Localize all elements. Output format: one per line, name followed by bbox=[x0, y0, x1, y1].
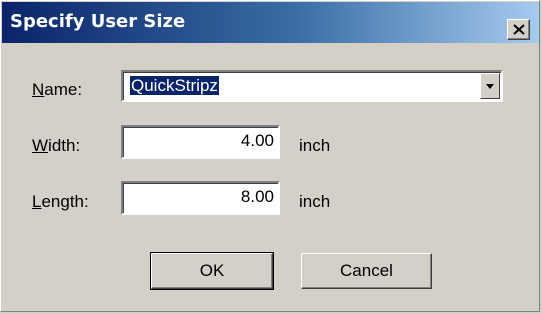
window-title: Specify User Size bbox=[10, 11, 186, 32]
length-label: Length: bbox=[32, 192, 89, 212]
width-field-frame bbox=[121, 125, 280, 159]
chevron-down-icon bbox=[486, 84, 494, 89]
width-label-mnemonic: W bbox=[32, 136, 49, 155]
name-label: Name: bbox=[32, 80, 82, 100]
length-field-frame bbox=[121, 181, 280, 215]
name-label-rest: ame: bbox=[44, 80, 83, 99]
width-unit-label: inch bbox=[299, 136, 331, 155]
length-label-rest: ength: bbox=[41, 192, 89, 211]
ok-button[interactable]: OK bbox=[150, 252, 274, 290]
width-label: Width: bbox=[32, 136, 80, 156]
close-button[interactable] bbox=[507, 19, 530, 40]
name-combobox-value[interactable]: QuickStripz bbox=[130, 76, 219, 95]
specify-user-size-dialog: Specify User Size Name: QuickStripz Widt… bbox=[0, 0, 540, 312]
width-input[interactable] bbox=[125, 129, 278, 153]
close-icon bbox=[513, 24, 525, 35]
name-combobox[interactable]: QuickStripz bbox=[121, 70, 503, 102]
length-input[interactable] bbox=[125, 185, 278, 209]
name-label-mnemonic: N bbox=[32, 80, 45, 99]
name-dropdown-button[interactable] bbox=[480, 73, 500, 99]
cancel-button[interactable]: Cancel bbox=[301, 253, 432, 289]
length-unit-label: inch bbox=[299, 192, 331, 211]
width-label-rest: idth: bbox=[48, 136, 81, 155]
title-bar[interactable]: Specify User Size bbox=[2, 2, 539, 43]
